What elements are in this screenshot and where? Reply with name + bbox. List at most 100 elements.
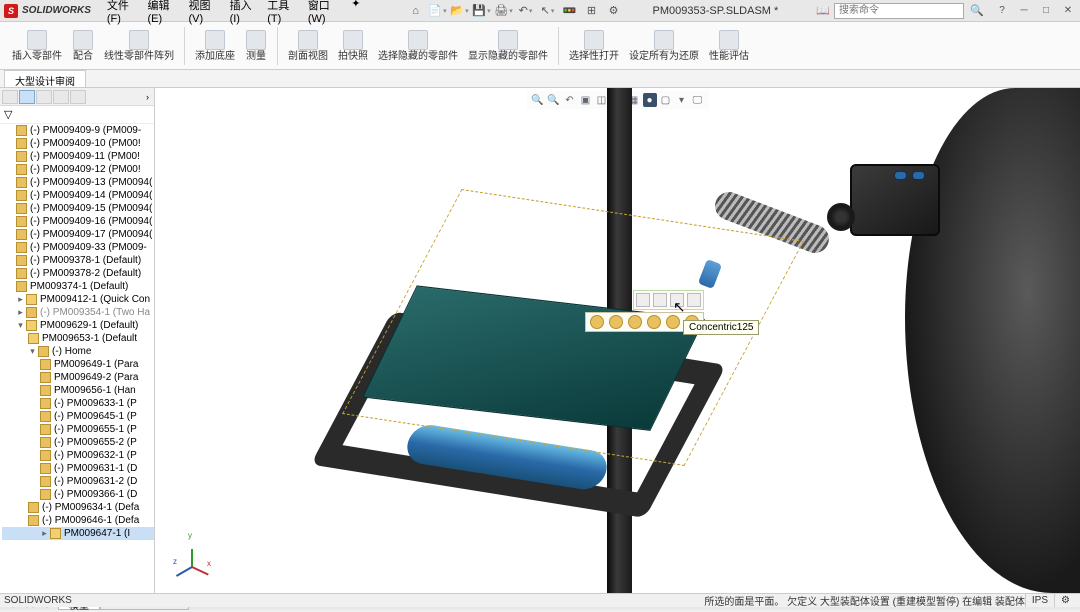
panel-tab-other[interactable]	[70, 90, 86, 104]
search-input[interactable]	[834, 3, 964, 19]
orientation-triad[interactable]: y x z	[171, 533, 211, 573]
tree-item[interactable]: (-) PM009646-1 (Defa	[2, 514, 154, 527]
graphics-viewport[interactable]: 🔍 🔍 ↶ ▣ ◫ ◧ ▦ ● ▢ ▾ 🖵	[155, 88, 1080, 593]
tree-item[interactable]: (-) PM009634-1 (Defa	[2, 501, 154, 514]
search-label-icon: 📖	[816, 4, 830, 17]
settings-icon[interactable]: ⚙	[605, 2, 623, 20]
tree-item[interactable]: (-) PM009409-12 (PM00!	[2, 163, 154, 176]
ribbon-选择隐藏的零部件[interactable]: 选择隐藏的零部件	[374, 28, 462, 64]
menu-insert[interactable]: 插入(I)	[224, 0, 262, 27]
tree-item-label: PM009649-1 (Para	[54, 359, 139, 370]
ribbon-添加底座[interactable]: 添加底座	[191, 28, 239, 64]
tree-item[interactable]: (-) PM009632-1 (P	[2, 449, 154, 462]
tree-item[interactable]: (-) PM009631-2 (D	[2, 475, 154, 488]
print-icon[interactable]: 🖨	[495, 2, 513, 20]
tree-item[interactable]: (-) PM009378-1 (Default)	[2, 254, 154, 267]
part-icon	[26, 294, 37, 305]
ribbon-线性零部件阵列[interactable]: 线性零部件阵列	[100, 28, 178, 64]
close-icon[interactable]: ✕	[1060, 3, 1076, 19]
tree-item[interactable]: (-) PM009409-13 (PM0094(	[2, 176, 154, 189]
tree-item[interactable]: (-) PM009655-1 (P	[2, 423, 154, 436]
rebuild-icon[interactable]: 🚥	[561, 2, 579, 20]
ribbon-拍快照[interactable]: 拍快照	[334, 28, 372, 64]
tree-item[interactable]: (-) PM009409-14 (PM0094(	[2, 189, 154, 202]
open-icon[interactable]: 📂	[451, 2, 469, 20]
ctx-isolate-icon[interactable]	[687, 293, 701, 307]
minimize-icon[interactable]: ─	[1016, 3, 1032, 19]
tree-item[interactable]: (-) PM009409-17 (PM0094(	[2, 228, 154, 241]
solidworks-icon: S	[4, 4, 18, 18]
tree-item[interactable]: ▾PM009629-1 (Default)	[2, 319, 154, 332]
menu-view[interactable]: 视图(V)	[183, 0, 224, 27]
tree-item[interactable]: (-) PM009409-11 (PM00!	[2, 150, 154, 163]
mate-concentric-icon[interactable]	[666, 315, 680, 329]
ctx-hide-icon[interactable]	[670, 293, 684, 307]
tree-item[interactable]: (-) PM009366-1 (D	[2, 488, 154, 501]
mate-perpendicular-icon[interactable]	[628, 315, 642, 329]
ribbon-设定所有为还原[interactable]: 设定所有为还原	[625, 28, 703, 64]
tree-item[interactable]: (-) PM009633-1 (P	[2, 397, 154, 410]
ribbon-选择性打开[interactable]: 选择性打开	[565, 28, 623, 64]
tree-expand-icon[interactable]: ▾	[16, 320, 25, 331]
mate-coincident-icon[interactable]	[590, 315, 604, 329]
tree-item-label: (-) PM009409-17 (PM0094(	[30, 229, 152, 240]
tree-item[interactable]: (-) PM009409-33 (PM009-	[2, 241, 154, 254]
tab-large-design-review[interactable]: 大型设计审阅	[4, 70, 86, 87]
tree-expand-icon[interactable]: ▸	[16, 307, 25, 318]
tree-expand-icon[interactable]: ▸	[16, 294, 25, 305]
tree-item-label: (-) PM009633-1 (P	[54, 398, 137, 409]
mate-parallel-icon[interactable]	[609, 315, 623, 329]
panel-tab-display[interactable]	[53, 90, 69, 104]
panel-expand-icon[interactable]: ›	[143, 92, 152, 102]
ribbon-测量[interactable]: 测量	[241, 28, 271, 64]
tree-item[interactable]: (-) PM009378-2 (Default)	[2, 267, 154, 280]
tree-item-label: (-) PM009409-11 (PM00!	[30, 151, 140, 162]
save-icon[interactable]: 💾	[473, 2, 491, 20]
tree-item[interactable]: ▸PM009647-1 (I	[2, 527, 154, 540]
ribbon-性能评估[interactable]: 性能评估	[705, 28, 753, 64]
tree-filter[interactable]: ▽	[0, 106, 154, 124]
tree-item[interactable]: PM009649-1 (Para	[2, 358, 154, 371]
menu-file[interactable]: 文件(F)	[101, 0, 142, 27]
menu-star[interactable]: ✦	[345, 0, 366, 27]
home-icon[interactable]: ⌂	[407, 2, 425, 20]
tree-item[interactable]: (-) PM009655-2 (P	[2, 436, 154, 449]
new-icon[interactable]: 📄	[429, 2, 447, 20]
mate-tangent-icon[interactable]	[647, 315, 661, 329]
ribbon-显示隐藏的零部件[interactable]: 显示隐藏的零部件	[464, 28, 552, 64]
tree-item[interactable]: PM009374-1 (Default)	[2, 280, 154, 293]
panel-tab-property[interactable]	[36, 90, 52, 104]
ctx-zoom-selection-icon[interactable]	[636, 293, 650, 307]
search-icon[interactable]: 🔍	[968, 2, 986, 20]
tree-item[interactable]: PM009653-1 (Default	[2, 332, 154, 345]
ribbon-剖面视图[interactable]: 剖面视图	[284, 28, 332, 64]
restore-icon[interactable]: □	[1038, 3, 1054, 19]
menu-tools[interactable]: 工具(T)	[261, 0, 302, 27]
select-icon[interactable]: ↖	[539, 2, 557, 20]
tree-item[interactable]: ▾(-) Home	[2, 345, 154, 358]
tree-expand-icon[interactable]: ▸	[40, 528, 49, 539]
tree-item[interactable]: PM009656-1 (Han	[2, 384, 154, 397]
tree-item[interactable]: (-) PM009409-9 (PM009-	[2, 124, 154, 137]
tree-item[interactable]: (-) PM009645-1 (P	[2, 410, 154, 423]
status-message: 所选的面是平面。 欠定义 大型装配体设置 (重建模型暂停) 在编辑 装配体	[704, 593, 1025, 608]
tree-item[interactable]: (-) PM009409-10 (PM00!	[2, 137, 154, 150]
panel-tab-config[interactable]	[2, 90, 18, 104]
tree-item[interactable]: ▸(-) PM009354-1 (Two Ha	[2, 306, 154, 319]
status-gear-icon[interactable]: ⚙	[1054, 594, 1076, 607]
options-icon[interactable]: ⊞	[583, 2, 601, 20]
ribbon-插入零部件[interactable]: 插入零部件	[8, 28, 66, 64]
tree-item[interactable]: PM009649-2 (Para	[2, 371, 154, 384]
tree-item[interactable]: (-) PM009409-15 (PM0094(	[2, 202, 154, 215]
help-icon[interactable]: ?	[994, 3, 1010, 19]
tree-item[interactable]: (-) PM009631-1 (D	[2, 462, 154, 475]
tree-item[interactable]: (-) PM009409-16 (PM0094(	[2, 215, 154, 228]
tree-item[interactable]: ▸PM009412-1 (Quick Con	[2, 293, 154, 306]
ribbon-配合[interactable]: 配合	[68, 28, 98, 64]
menu-edit[interactable]: 编辑(E)	[141, 0, 182, 27]
panel-tab-feature-tree[interactable]	[19, 90, 35, 104]
menu-window[interactable]: 窗口(W)	[302, 0, 345, 27]
ctx-normal-to-icon[interactable]	[653, 293, 667, 307]
undo-icon[interactable]: ↶	[517, 2, 535, 20]
tree-expand-icon[interactable]: ▾	[28, 346, 37, 357]
